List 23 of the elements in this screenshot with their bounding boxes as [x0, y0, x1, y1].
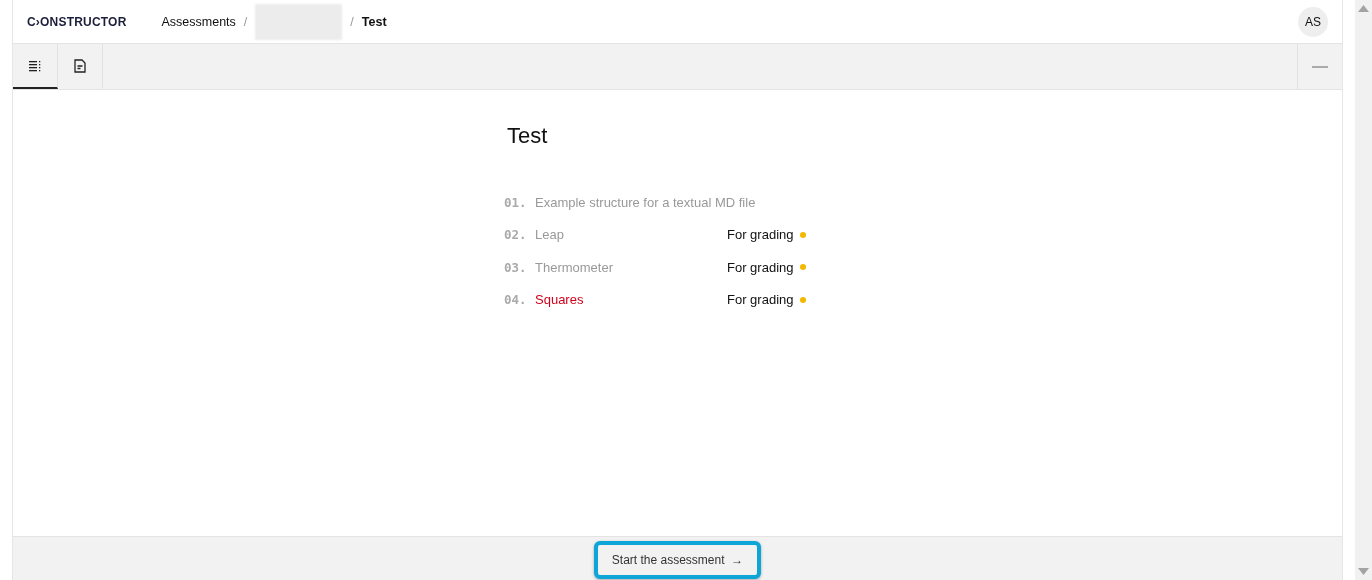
- list-icon: [29, 59, 41, 72]
- status-label: For grading: [727, 259, 794, 275]
- breadcrumb-current: Test: [361, 14, 387, 29]
- breadcrumb-separator: /: [243, 14, 248, 29]
- item-number: 03.: [504, 259, 528, 275]
- status-label: For grading: [727, 292, 794, 308]
- status-label: For grading: [727, 227, 794, 243]
- task-link[interactable]: Squares: [535, 292, 727, 308]
- start-button[interactable]: Start the assessment →: [593, 540, 762, 579]
- item-number: 04.: [504, 292, 528, 308]
- scroll-down-icon: [1358, 568, 1369, 575]
- breadcrumb-link[interactable]: Assessments: [161, 14, 236, 29]
- scrollbar[interactable]: [1355, 0, 1372, 580]
- tab[interactable]: [13, 44, 58, 89]
- page-title: Test: [507, 123, 549, 149]
- breadcrumb-separator: /: [350, 14, 354, 29]
- logo[interactable]: C›ONSTRUCTOR: [27, 14, 127, 29]
- document-icon: [74, 58, 86, 73]
- avatar[interactable]: AS: [1298, 6, 1328, 37]
- item-number: 02.: [504, 227, 528, 243]
- scroll-up-icon: [1358, 5, 1369, 12]
- minus-icon: [1312, 65, 1328, 68]
- item-number: 01.: [504, 194, 528, 210]
